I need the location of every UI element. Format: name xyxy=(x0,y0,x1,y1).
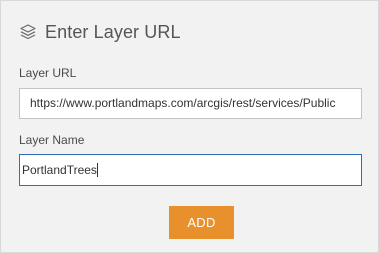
layer-url-value: https://www.portlandmaps.com/arcgis/rest… xyxy=(30,96,336,110)
layer-url-label: Layer URL xyxy=(19,66,77,80)
layers-icon xyxy=(19,23,37,41)
add-button[interactable]: ADD xyxy=(169,206,234,239)
panel-header: Enter Layer URL xyxy=(19,20,181,44)
panel-title: Enter Layer URL xyxy=(45,21,181,42)
layer-url-input[interactable]: https://www.portlandmaps.com/arcgis/rest… xyxy=(19,88,362,119)
layer-name-value: PortlandTrees xyxy=(22,163,97,177)
add-layer-panel: Enter Layer URL Layer URL https://www.po… xyxy=(0,0,379,253)
layer-name-label: Layer Name xyxy=(19,133,85,147)
text-caret xyxy=(96,162,98,177)
layer-name-input[interactable]: PortlandTrees xyxy=(19,154,362,186)
